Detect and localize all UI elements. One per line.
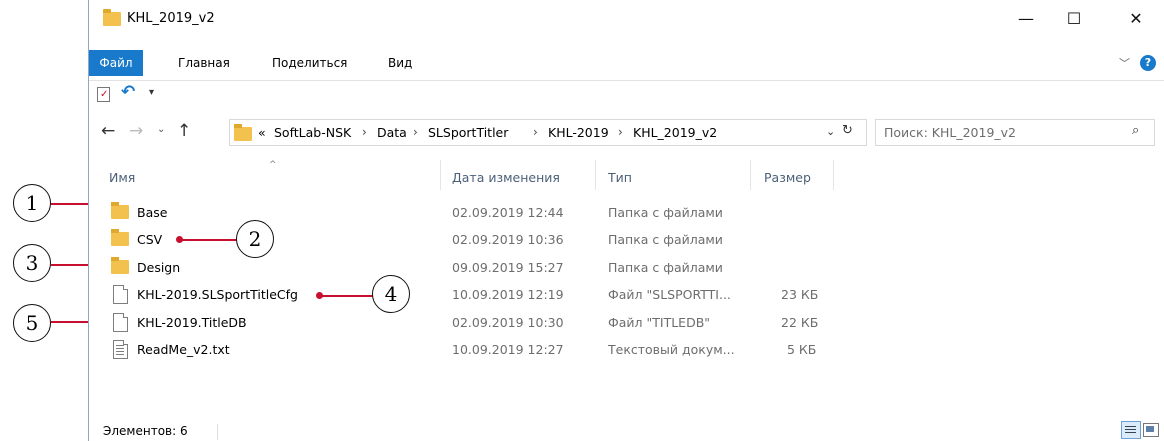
properties-icon[interactable]: ✓ <box>97 87 110 102</box>
minimize-button[interactable]: — <box>1003 0 1049 36</box>
up-icon[interactable]: ↑ <box>177 121 191 141</box>
undo-icon[interactable]: ↶ <box>121 82 135 102</box>
file-name: Design <box>137 260 181 275</box>
file-date: 02.09.2019 12:44 <box>452 205 564 220</box>
file-type: Папка с файлами <box>608 260 723 275</box>
callout-4-line <box>319 295 373 297</box>
column-divider <box>833 160 834 190</box>
status-divider <box>217 424 218 440</box>
file-type: Текстовый докум... <box>608 342 735 357</box>
breadcrumb-separator: › <box>413 125 418 139</box>
tab-view[interactable]: Вид <box>379 50 421 76</box>
breadcrumb-khl2019[interactable]: KHL-2019 <box>548 125 609 140</box>
callout-1: 1 <box>13 184 51 222</box>
column-header-name[interactable]: Имя <box>109 170 135 185</box>
callout-2: 2 <box>236 220 274 258</box>
folder-icon <box>111 229 129 246</box>
column-header-size[interactable]: Размер <box>764 170 811 185</box>
search-input[interactable]: Поиск: KHL_2019_v2 <box>884 125 1016 140</box>
address-dropdown-icon[interactable]: ⌄ <box>826 125 835 138</box>
navigation-bar: ← → ⌄ ↑ « SoftLab-NSK › Data › SLSportTi… <box>89 118 1164 148</box>
column-divider <box>750 160 751 190</box>
file-size: 22 КБ <box>781 315 819 330</box>
address-bar[interactable]: « SoftLab-NSK › Data › SLSportTitler › K… <box>229 119 867 146</box>
list-item[interactable]: Design 09.09.2019 15:27 Папка с файлами <box>89 257 1164 279</box>
file-type: Файл "SLSPORTTI... <box>608 287 731 302</box>
maximize-button[interactable]: ☐ <box>1051 0 1097 36</box>
file-type: Папка с файлами <box>608 232 723 247</box>
breadcrumb-softlab[interactable]: SoftLab-NSK <box>274 125 351 140</box>
folder-icon <box>111 257 129 274</box>
file-type: Файл "TITLEDB" <box>608 315 711 330</box>
tab-share[interactable]: Поделиться <box>263 50 356 76</box>
file-name: Base <box>137 205 168 220</box>
forward-icon[interactable]: → <box>129 121 143 141</box>
title-bar[interactable]: KHL_2019_v2 — ☐ ✕ <box>89 0 1164 40</box>
search-box[interactable]: Поиск: KHL_2019_v2 ⌕ <box>875 119 1155 146</box>
file-size: 5 КБ <box>787 342 817 357</box>
callout-4: 4 <box>372 275 410 313</box>
callout-2-line <box>179 239 237 241</box>
explorer-window: KHL_2019_v2 — ☐ ✕ Файл Главная Поделитьс… <box>88 0 1164 441</box>
search-icon[interactable]: ⌕ <box>1132 123 1139 138</box>
large-icons-view-icon[interactable] <box>1143 423 1159 437</box>
ribbon-tabs: Файл Главная Поделиться Вид ﹀ ? <box>89 50 1164 78</box>
details-view-icon[interactable] <box>1121 421 1141 439</box>
file-name: KHL-2019.TitleDB <box>137 315 247 330</box>
chevron-down-icon[interactable]: ﹀ <box>1119 55 1130 71</box>
close-button[interactable]: ✕ <box>1113 0 1159 36</box>
file-date: 02.09.2019 10:30 <box>452 315 564 330</box>
sort-arrow-icon: ^ <box>269 160 277 170</box>
help-icon[interactable]: ? <box>1140 55 1156 71</box>
tab-home[interactable]: Главная <box>169 50 239 76</box>
tab-file[interactable]: Файл <box>89 50 143 76</box>
breadcrumb-separator: › <box>533 125 538 139</box>
file-date: 09.09.2019 15:27 <box>452 260 564 275</box>
status-item-count: Элементов: 6 <box>103 424 188 438</box>
file-name: KHL-2019.SLSportTitleCfg <box>137 287 298 302</box>
file-size: 23 КБ <box>781 287 819 302</box>
breadcrumb-overflow[interactable]: « <box>258 125 266 140</box>
list-item[interactable]: KHL-2019.SLSportTitleCfg 10.09.2019 12:1… <box>89 284 1164 306</box>
list-item[interactable]: ReadMe_v2.txt 10.09.2019 12:27 Текстовый… <box>89 339 1164 361</box>
breadcrumb-data[interactable]: Data <box>377 125 407 140</box>
file-name: ReadMe_v2.txt <box>137 342 230 357</box>
file-date: 10.09.2019 12:19 <box>452 287 564 302</box>
customize-toolbar-icon[interactable]: ▾ <box>149 87 154 98</box>
file-date: 10.09.2019 12:27 <box>452 342 564 357</box>
callout-5: 5 <box>13 304 51 342</box>
file-icon <box>113 313 128 332</box>
window-title: KHL_2019_v2 <box>127 11 215 26</box>
refresh-icon[interactable]: ↻ <box>842 123 853 138</box>
text-file-icon <box>113 340 128 359</box>
folder-icon <box>111 202 129 219</box>
file-name: CSV <box>137 232 163 247</box>
folder-icon <box>234 124 252 141</box>
file-icon <box>113 285 128 304</box>
column-header-date[interactable]: Дата изменения <box>452 170 560 185</box>
back-icon[interactable]: ← <box>101 121 115 141</box>
file-type: Папка с файлами <box>608 205 723 220</box>
file-date: 02.09.2019 10:36 <box>452 232 564 247</box>
breadcrumb-separator: › <box>362 125 367 139</box>
column-divider <box>440 160 441 190</box>
folder-icon <box>103 9 121 26</box>
breadcrumb-slsporttitler[interactable]: SLSportTitler <box>428 125 508 140</box>
list-item[interactable]: KHL-2019.TitleDB 02.09.2019 10:30 Файл "… <box>89 312 1164 334</box>
breadcrumb-separator: › <box>618 125 623 139</box>
callout-3: 3 <box>13 244 51 282</box>
column-divider <box>595 160 596 190</box>
column-header-type[interactable]: Тип <box>608 170 632 185</box>
quick-access-toolbar: ✓ ↶ ▾ <box>89 80 1164 111</box>
recent-locations-icon[interactable]: ⌄ <box>157 124 165 135</box>
breadcrumb-khl2019v2[interactable]: KHL_2019_v2 <box>633 125 717 140</box>
